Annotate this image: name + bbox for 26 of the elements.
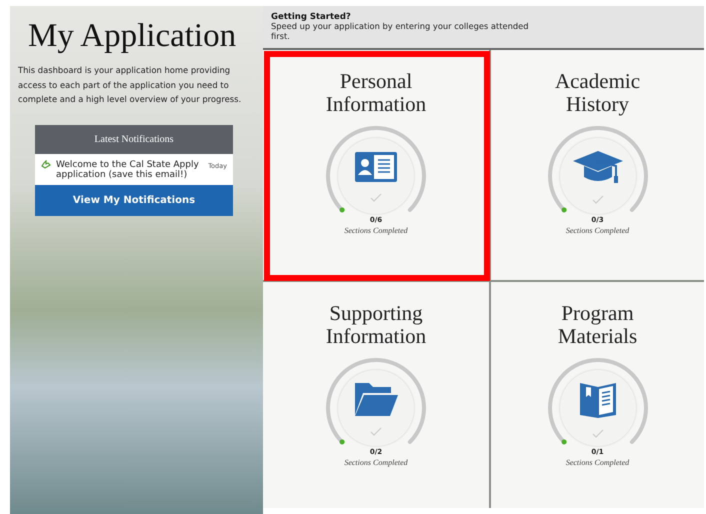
graduation-cap-icon [572, 148, 624, 184]
check-icon [592, 428, 604, 438]
check-icon [592, 194, 604, 204]
notifications-header: Latest Notifications [35, 124, 233, 154]
start-dot-icon [340, 439, 345, 444]
sections-caption: Sections Completed [344, 226, 408, 235]
sections-caption: Sections Completed [566, 226, 630, 235]
start-dot-icon [561, 439, 566, 444]
sections-caption: Sections Completed [566, 458, 630, 467]
sections-caption: Sections Completed [344, 458, 408, 467]
tile-title: Personal Information [324, 70, 428, 116]
folder-icon [353, 380, 399, 416]
tile-title: Program Materials [556, 302, 638, 348]
view-notifications-button[interactable]: View My Notifications [35, 184, 233, 216]
tile-title: Supporting Information [324, 302, 428, 348]
id-card-icon [354, 150, 398, 182]
banner-text: Speed up your application by entering your colleges attended first. [271, 22, 530, 41]
notification-text: Welcome to the Cal State Apply application (save this email!) [56, 160, 200, 180]
start-dot-icon [561, 207, 566, 212]
page-title: My Application [28, 18, 238, 55]
check-icon [370, 426, 382, 436]
banner-title: Getting Started? [271, 12, 352, 22]
check-icon [370, 192, 382, 202]
description-text: This dashboard is your application home providing access to each part of the application you need to complete and a high level overview of your progress. [18, 64, 242, 106]
start-dot-icon [340, 207, 345, 212]
tile-title: Academic History [554, 70, 642, 116]
